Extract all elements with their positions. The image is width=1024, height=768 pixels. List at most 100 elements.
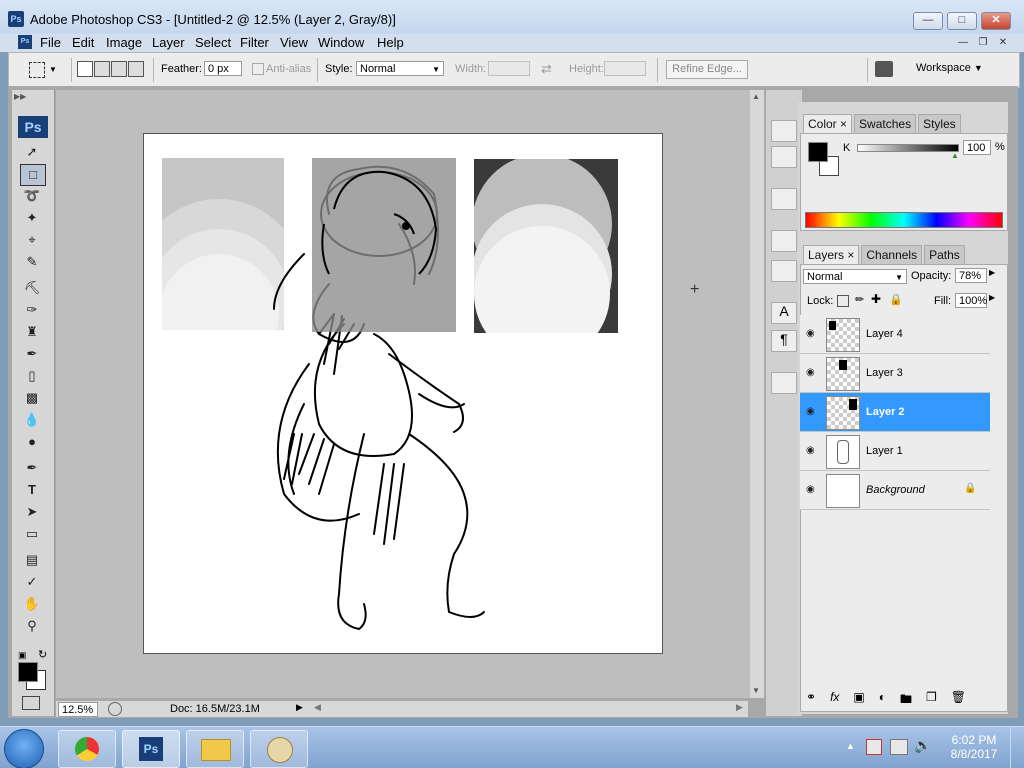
layer-row[interactable]: ◉ Layer 4 (800, 315, 990, 354)
menu-image[interactable]: Image (106, 35, 142, 50)
rectangle-icon[interactable]: ▭ (20, 524, 44, 544)
actions-icon[interactable] (771, 146, 797, 168)
doc-minimize-button[interactable]: — (956, 36, 970, 49)
blur-icon[interactable]: 💧 (20, 410, 44, 430)
lasso-icon[interactable]: ➰ (20, 186, 44, 206)
tab-layers[interactable]: Layers × (803, 245, 860, 264)
tool-presets-icon[interactable] (771, 188, 797, 210)
doc-close-button[interactable]: ✕ (996, 36, 1010, 49)
lock-position-icon[interactable]: ✚ (871, 292, 881, 306)
clone-source-icon[interactable] (771, 260, 797, 282)
default-colors-icon[interactable]: ▣ (18, 650, 27, 661)
new-selection-icon[interactable] (77, 61, 93, 77)
move-icon[interactable]: ➚ (20, 142, 44, 162)
feather-input[interactable]: 0 px (204, 61, 242, 76)
magic-wand-icon[interactable]: ✦ (20, 208, 44, 228)
antialias-checkbox[interactable] (252, 63, 264, 75)
tab-channels[interactable]: Channels (861, 245, 923, 264)
document-icon[interactable]: Ps (18, 35, 32, 49)
show-hidden-icons[interactable]: ▲ (846, 741, 855, 751)
menu-filter[interactable]: Filter (240, 35, 269, 50)
paint-taskbar-button[interactable] (250, 730, 308, 768)
menu-edit[interactable]: Edit (72, 35, 94, 50)
tab-swatches[interactable]: Swatches (854, 114, 917, 133)
close-icon[interactable]: × (847, 248, 854, 262)
eraser-icon[interactable]: ▯ (20, 366, 44, 386)
quick-mask-icon[interactable] (22, 696, 40, 710)
link-layers-icon[interactable]: ⚭ (806, 690, 816, 711)
show-desktop-button[interactable] (1010, 727, 1024, 768)
volume-icon[interactable]: 🔈 (914, 737, 931, 754)
gradient-icon[interactable]: ▩ (20, 388, 44, 408)
marquee-icon[interactable]: □ (20, 164, 46, 186)
collapse-icon[interactable]: ▶▶ (14, 92, 26, 101)
swap-colors-icon[interactable]: ↻ (38, 648, 47, 661)
crop-icon[interactable]: ⌖ (20, 230, 44, 250)
scroll-down-icon[interactable]: ▼ (752, 686, 760, 695)
photoshop-taskbar-button[interactable]: Ps (122, 730, 180, 768)
chevron-down-icon[interactable]: ▼ (49, 65, 57, 74)
workspace-button[interactable]: Workspace ▼ (916, 62, 983, 74)
scroll-left-icon[interactable]: ◀ (314, 702, 321, 713)
k-value-input[interactable]: 100 (963, 140, 991, 155)
hand-icon[interactable]: ✋ (20, 594, 44, 614)
layer-row-selected[interactable]: ◉ Layer 2 (800, 393, 990, 432)
layer-row[interactable]: ◉ Layer 1 (800, 432, 990, 471)
menu-help[interactable]: Help (377, 35, 404, 50)
type-icon[interactable]: T (20, 480, 44, 500)
explorer-taskbar-button[interactable] (186, 730, 244, 768)
layer-row[interactable]: ◉ Background 🔒 (800, 471, 990, 510)
paragraph-icon[interactable]: ¶ (771, 330, 797, 352)
maximize-button[interactable]: □ (947, 12, 977, 30)
healing-brush-icon[interactable]: ⛏ (20, 278, 44, 298)
intersect-selection-icon[interactable] (128, 61, 144, 77)
eyedropper-icon[interactable]: ✓ (20, 572, 44, 592)
start-button[interactable] (4, 729, 44, 768)
new-layer-icon[interactable]: ❐ (926, 690, 937, 711)
layer-comps-icon[interactable] (771, 372, 797, 394)
blend-mode-select[interactable]: Normal ▼ (803, 269, 907, 284)
dodge-icon[interactable]: ● (20, 432, 44, 452)
close-button[interactable]: ✕ (981, 12, 1011, 30)
k-slider[interactable] (857, 144, 959, 152)
add-selection-icon[interactable] (94, 61, 110, 77)
refine-edge-button[interactable]: Refine Edge... (666, 60, 748, 79)
close-icon[interactable]: × (840, 117, 847, 131)
adjustment-layer-icon[interactable]: ◐ (879, 690, 886, 711)
path-selection-icon[interactable]: ➤ (20, 502, 44, 522)
layer-mask-icon[interactable]: ▣ (853, 690, 864, 711)
menu-layer[interactable]: Layer (152, 35, 185, 50)
info-icon[interactable] (108, 702, 122, 716)
eye-icon[interactable]: ◉ (806, 328, 815, 339)
opacity-input[interactable]: 78% (955, 268, 987, 283)
slider-handle-icon[interactable]: ▲ (951, 151, 959, 160)
lock-pixels-icon[interactable]: ✏ (855, 293, 864, 306)
scroll-up-icon[interactable]: ▲ (752, 92, 760, 101)
status-menu-icon[interactable]: ▶ (296, 702, 303, 713)
layer-style-icon[interactable]: fx (830, 690, 839, 711)
fill-slider-icon[interactable]: ▶ (989, 293, 995, 302)
history-icon[interactable] (771, 120, 797, 142)
width-input[interactable] (488, 61, 530, 76)
lock-transparent-icon[interactable] (837, 295, 849, 307)
slice-icon[interactable]: ✎ (20, 252, 44, 272)
brush-icon[interactable]: ✑ (20, 300, 44, 320)
tab-styles[interactable]: Styles (918, 114, 961, 133)
zoom-icon[interactable]: ⚲ (20, 616, 44, 636)
chrome-taskbar-button[interactable] (58, 730, 116, 768)
network-icon[interactable] (890, 739, 908, 755)
eye-icon[interactable]: ◉ (806, 445, 815, 456)
new-group-icon[interactable]: 🖿 (900, 690, 912, 711)
subtract-selection-icon[interactable] (111, 61, 127, 77)
fill-input[interactable]: 100% (955, 293, 987, 308)
foreground-color[interactable] (808, 142, 828, 162)
eye-icon[interactable]: ◉ (806, 406, 815, 417)
menu-view[interactable]: View (280, 35, 308, 50)
character-icon[interactable]: A (771, 302, 797, 324)
ps-logo[interactable]: Ps (18, 116, 48, 138)
swap-icon[interactable]: ⇄ (541, 61, 552, 77)
height-input[interactable] (604, 61, 646, 76)
history-brush-icon[interactable]: ✒ (20, 344, 44, 364)
clock[interactable]: 6:02 PM 8/8/2017 (948, 733, 1000, 761)
action-center-icon[interactable] (866, 739, 882, 755)
